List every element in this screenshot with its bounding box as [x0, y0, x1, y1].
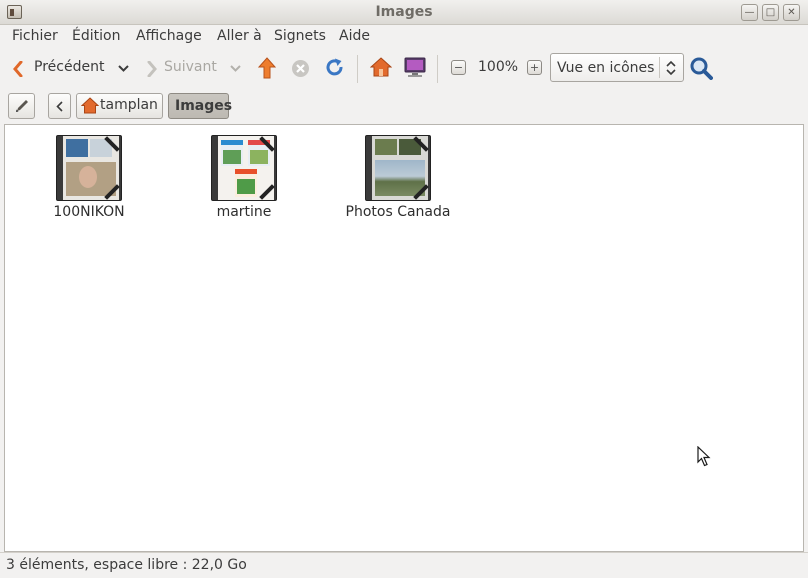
- maximize-button[interactable]: □: [762, 4, 779, 21]
- chevron-left-icon: [13, 61, 23, 77]
- reload-icon[interactable]: [325, 58, 345, 78]
- folder-item[interactable]: 100NIKON: [19, 135, 159, 220]
- stop-icon[interactable]: [291, 59, 310, 78]
- up-down-arrows-icon: [666, 60, 676, 76]
- menu-signets[interactable]: Signets: [274, 28, 326, 44]
- close-button[interactable]: ✕: [783, 4, 800, 21]
- zoom-level: 100%: [478, 59, 519, 75]
- folder-thumbnail-icon: [211, 135, 277, 201]
- forward-button[interactable]: Suivant: [142, 53, 246, 83]
- path-back-button[interactable]: [48, 93, 71, 119]
- file-view[interactable]: 100NIKON martine Photos Canada: [4, 124, 804, 552]
- chevron-down-icon: [118, 65, 129, 72]
- chevron-down-icon: [230, 65, 241, 72]
- chevron-left-icon: [56, 101, 63, 112]
- go-up-icon[interactable]: [258, 57, 276, 79]
- menu-edition[interactable]: Édition: [72, 28, 120, 44]
- window-title: Images: [375, 4, 433, 20]
- chevron-right-icon: [147, 61, 157, 77]
- toolbar-separator: [437, 55, 438, 83]
- search-icon[interactable]: [689, 56, 713, 80]
- toolbar: Précédent Suivant − 100% + Vue en icônes: [0, 49, 808, 87]
- menu-fichier[interactable]: Fichier: [12, 28, 58, 44]
- folder-item[interactable]: martine: [174, 135, 314, 220]
- toolbar-separator: [357, 55, 358, 83]
- folder-name: Photos Canada: [345, 204, 451, 220]
- back-label: Précédent: [34, 59, 105, 75]
- menu-bar: Fichier Édition Affichage Aller à Signet…: [0, 25, 808, 49]
- folder-item[interactable]: Photos Canada: [328, 135, 468, 220]
- folder-thumbnail-icon: [56, 135, 122, 201]
- minimize-button[interactable]: —: [741, 4, 758, 21]
- menu-aller-a[interactable]: Aller à: [217, 28, 262, 44]
- path-item-current[interactable]: Images: [168, 93, 233, 119]
- path-item-current-label: Images: [175, 98, 233, 114]
- combo-separator: [659, 57, 660, 78]
- menu-affichage[interactable]: Affichage: [136, 28, 202, 44]
- status-bar: 3 éléments, espace libre : 22,0 Go: [0, 552, 808, 578]
- home-icon[interactable]: [370, 57, 392, 77]
- view-mode-label: Vue en icônes: [557, 60, 655, 76]
- path-bar: tamplan Images: [0, 87, 808, 123]
- zoom-in-button[interactable]: +: [527, 60, 542, 75]
- forward-label: Suivant: [164, 59, 217, 75]
- view-mode-select[interactable]: Vue en icônes: [550, 53, 684, 82]
- title-bar[interactable]: Images — □ ✕: [0, 0, 808, 25]
- computer-icon[interactable]: [404, 57, 426, 78]
- edit-location-button[interactable]: [8, 93, 35, 119]
- home-icon: [81, 97, 99, 114]
- status-text: 3 éléments, espace libre : 22,0 Go: [6, 557, 247, 573]
- path-item-home-label: tamplan: [100, 97, 158, 113]
- menu-aide[interactable]: Aide: [339, 28, 370, 44]
- folder-thumbnail-icon: [365, 135, 431, 201]
- folder-name: 100NIKON: [53, 204, 125, 220]
- back-button[interactable]: Précédent: [8, 53, 136, 83]
- pencil-icon: [16, 100, 28, 112]
- folder-name: martine: [216, 204, 272, 220]
- mouse-cursor-icon: [697, 446, 711, 467]
- path-item-home[interactable]: tamplan: [76, 93, 163, 119]
- zoom-out-button[interactable]: −: [451, 60, 466, 75]
